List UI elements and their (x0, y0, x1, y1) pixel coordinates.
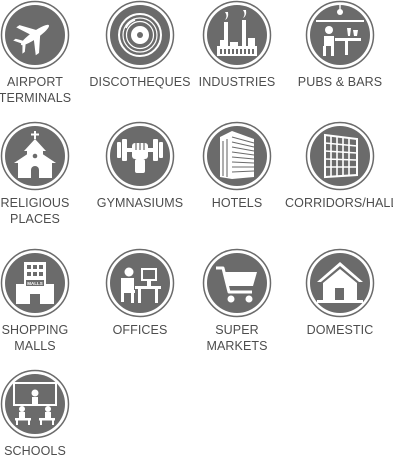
venue-religious-places[interactable]: RELIGIOUS PLACES (0, 121, 85, 227)
house-icon (305, 248, 375, 318)
shopping-cart-icon (202, 248, 272, 318)
venue-gymnasiums[interactable]: GYMNASIUMS (90, 121, 190, 211)
venue-domestic[interactable]: DOMESTIC (290, 248, 390, 338)
label-line: PUBS & BARS (297, 75, 383, 89)
label-line: DISCOTHEQUES (89, 75, 191, 89)
venue-corridors-halls[interactable]: CORRIDORS/HALLS (285, 121, 393, 211)
label-line: MALLS (14, 339, 56, 353)
chapel-icon (0, 121, 70, 191)
venue-label: RELIGIOUS PLACES (0, 195, 90, 227)
label-line: SHOPPING (1, 323, 69, 337)
venue-label: AIRPORT TERMINALS (0, 74, 90, 106)
mall-building-icon: MALLS (0, 248, 70, 318)
venue-label: SUPER MARKETS (182, 322, 292, 354)
venue-label: DISCOTHEQUES (85, 74, 195, 90)
venue-hotels[interactable]: HOTELS (187, 121, 287, 211)
venue-offices[interactable]: OFFICES (90, 248, 190, 338)
venue-label: PUBS & BARS (285, 74, 393, 90)
label-line: DOMESTIC (306, 323, 374, 337)
classroom-icon (0, 369, 70, 439)
venue-label: INDUSTRIES (182, 74, 292, 90)
venue-airport-terminals[interactable]: AIRPORT TERMINALS (0, 0, 85, 106)
factory-icon (202, 0, 272, 70)
venue-label: GYMNASIUMS (85, 195, 195, 211)
label-line: RELIGIOUS (0, 196, 70, 210)
label-line: TERMINALS (0, 91, 72, 105)
mall-sign: MALLS (27, 281, 43, 286)
label-line: MARKETS (206, 339, 268, 353)
venue-pubs-bars[interactable]: PUBS & BARS (290, 0, 390, 90)
venue-schools[interactable]: SCHOOLS (0, 369, 85, 459)
venue-label: OFFICES (85, 322, 195, 338)
dumbbell-fist-icon (105, 121, 175, 191)
label-line: HOTELS (211, 196, 263, 210)
venue-label: HOTELS (182, 195, 292, 211)
venue-discotheques[interactable]: DISCOTHEQUES (89, 0, 191, 90)
venue-label: CORRIDORS/HALLS (285, 195, 393, 211)
venue-industries[interactable]: INDUSTRIES (187, 0, 287, 90)
office-desk-icon (105, 248, 175, 318)
label-line: GYMNASIUMS (96, 196, 184, 210)
venue-shopping-malls[interactable]: MALLS SHOPPING MALLS (0, 248, 85, 354)
label-line: SCHOOLS (4, 444, 66, 458)
vinyl-record-icon (105, 0, 175, 70)
venue-super-markets[interactable]: SUPER MARKETS (187, 248, 287, 354)
label-line: CORRIDORS/HALLS (285, 196, 393, 210)
label-line: AIRPORT (6, 75, 64, 89)
venue-label: SHOPPING MALLS (0, 322, 90, 354)
venue-label: DOMESTIC (285, 322, 393, 338)
venue-label: SCHOOLS (0, 443, 90, 459)
hotel-building-icon (202, 121, 272, 191)
label-line: OFFICES (112, 323, 168, 337)
bar-counter-icon (305, 0, 375, 70)
label-line: PLACES (10, 212, 60, 226)
airplane-icon (0, 0, 70, 70)
label-line: INDUSTRIES (198, 75, 276, 89)
label-line: SUPER (215, 323, 259, 337)
grid-hall-icon (305, 121, 375, 191)
